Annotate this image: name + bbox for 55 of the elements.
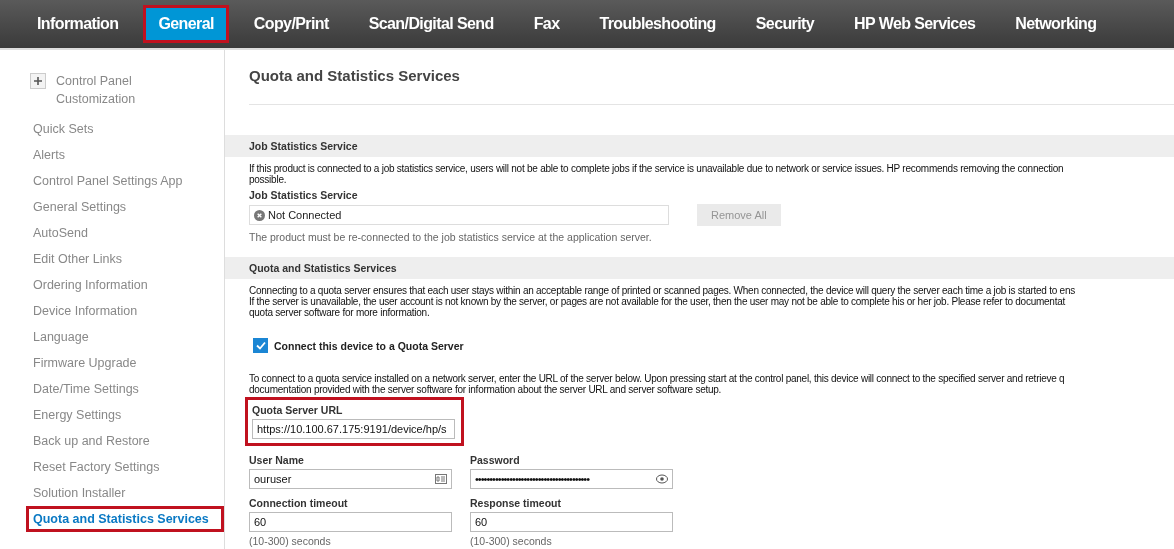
sidebar-item[interactable]: Device Information	[26, 298, 224, 324]
username-input-field[interactable]: ouruser	[249, 469, 452, 489]
sidebar-item[interactable]: Language	[26, 324, 224, 350]
nav-tab[interactable]: Security	[740, 5, 830, 43]
eye-icon[interactable]	[656, 474, 668, 484]
expand-toggle[interactable]	[30, 73, 46, 89]
section-description: If this product is connected to a job statistics service, users will not be able to complete jobs if the service is unavailable due to network or service issues. HP recommends removing the connection possible.	[249, 163, 1065, 185]
sidebar-item[interactable]: Ordering Information	[26, 272, 224, 298]
nav-tab[interactable]: Troubleshooting	[584, 5, 731, 43]
sidebar-item[interactable]: Reset Factory Settings	[26, 454, 224, 480]
field-label: Response timeout	[470, 497, 562, 509]
field-hint: The product must be re-connected to the job statistics service at the application server.	[249, 231, 653, 243]
close-circle-icon	[254, 209, 265, 221]
sidebar-item[interactable]: Back up and Restore	[26, 428, 224, 454]
nav-tab[interactable]: Copy/Print	[238, 5, 344, 43]
sidebar-item[interactable]: Solution Installer	[26, 480, 224, 506]
sidebar-item[interactable]: Quick Sets	[26, 116, 224, 142]
password-input-field[interactable]: ••••••••••••••••••••••••••••••••••••••••	[470, 469, 673, 489]
sidebar-item[interactable]: Quota and Statistics Services	[26, 506, 224, 532]
plus-icon	[34, 77, 42, 85]
contact-card-icon	[435, 474, 447, 484]
field-label: Quota Server URL	[252, 404, 344, 416]
sidebar-item[interactable]: Energy Settings	[26, 402, 224, 428]
checkbox-label: Connect this device to a Quota Server	[274, 339, 464, 352]
nav-tab[interactable]: Information	[22, 5, 134, 43]
checkbox[interactable]	[253, 338, 268, 353]
field-label: Connection timeout	[249, 497, 349, 509]
field-label: Password	[470, 454, 521, 466]
checkmark-icon	[255, 341, 266, 350]
nav-tab[interactable]: Fax	[518, 5, 575, 43]
instructions-text: To connect to a quota service installed on a network server, enter the URL of the server below. Upon pressing start at the control panel, this device will connect to the specified server and retrieve q documentation provided with the server software for information about the server URL and server software setup.	[249, 373, 1066, 395]
nav-tab[interactable]: Networking	[1000, 5, 1112, 43]
sidebar-item[interactable]: AutoSend	[26, 220, 224, 246]
sidebar-item[interactable]: General Settings	[26, 194, 224, 220]
page-title: Quota and Statistics Services	[249, 50, 1174, 105]
timeout-input-field[interactable]: 60	[249, 512, 452, 532]
section-heading: Quota and Statistics Services	[225, 257, 1174, 279]
timeout-input-field[interactable]: 60	[470, 512, 673, 532]
field-hint: (10-300) seconds	[470, 535, 553, 547]
sidebar-group-label[interactable]: Control Panel Customization	[56, 72, 166, 108]
nav-tab[interactable]: Scan/Digital Send	[353, 5, 509, 43]
sidebar-item[interactable]: Alerts	[26, 142, 224, 168]
sidebar-item[interactable]: Date/Time Settings	[26, 376, 224, 402]
field-hint: (10-300) seconds	[249, 535, 332, 547]
sidebar-item[interactable]: Firmware Upgrade	[26, 350, 224, 376]
field-label: User Name	[249, 454, 305, 466]
nav-tab[interactable]: HP Web Services	[839, 5, 991, 43]
nav-tab[interactable]: General	[143, 5, 229, 43]
status-text: Not Connected	[268, 209, 342, 221]
sidebar-item[interactable]: Edit Other Links	[26, 246, 224, 272]
url-input-field[interactable]: https://10.100.67.175:9191/device/hp/s	[252, 419, 455, 439]
sidebar-item[interactable]: Control Panel Settings App	[26, 168, 224, 194]
section-heading: Job Statistics Service	[225, 135, 1174, 157]
section-description: Connecting to a quota server ensures that each user stays within an acceptable range of printed or scanned pages. When connected, the device will query the server each time a job is started to ens If the server is unavailable, the user account is not known by the server, or pages are not available for the user, then the user may not be able to complete his or her job. Please refer to documentat quota server software for more information.	[249, 285, 1076, 318]
field-label: Job Statistics Service	[249, 189, 359, 201]
